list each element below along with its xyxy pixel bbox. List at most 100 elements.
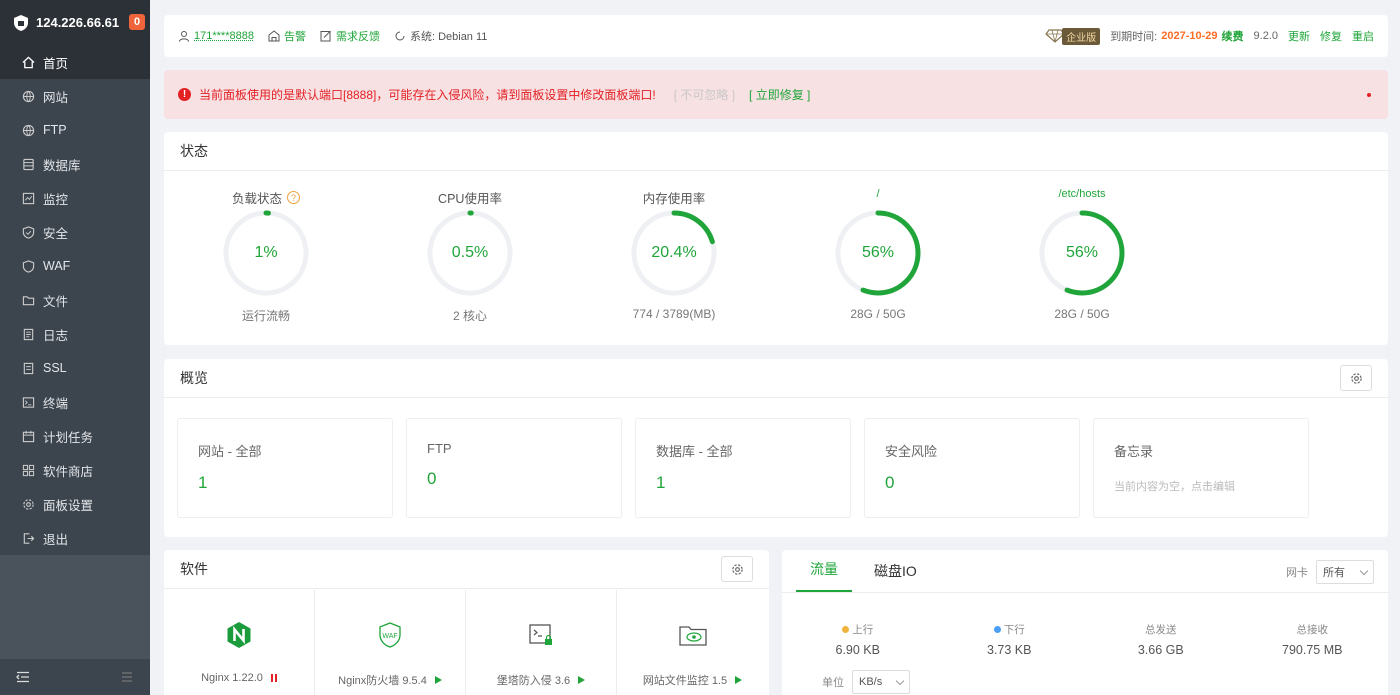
monitor-icon bbox=[21, 191, 35, 205]
sidebar-item-website[interactable]: 网站 bbox=[0, 79, 150, 113]
overview-panel: 概览 网站 - 全部 1 FTP 0 数据库 - 全部 1 安全风险 0 备忘录… bbox=[164, 359, 1388, 537]
card-title: 安全风险 bbox=[885, 444, 938, 459]
home-icon bbox=[21, 55, 35, 69]
gauge-disk-root[interactable]: / 56% 28G / 50G bbox=[776, 172, 980, 342]
card-value[interactable]: 1 bbox=[198, 473, 372, 493]
overview-card-databases[interactable]: 数据库 - 全部 1 bbox=[635, 418, 851, 518]
sidebar-item-settings[interactable]: 面板设置 bbox=[0, 487, 150, 521]
shield-icon bbox=[21, 225, 35, 239]
renew-link[interactable]: 续费 bbox=[1222, 28, 1244, 44]
sidebar-item-database[interactable]: 数据库 bbox=[0, 147, 150, 181]
sidebar-item-label: WAF bbox=[43, 259, 71, 273]
server-ip: 124.226.66.61 bbox=[36, 15, 120, 30]
gauge-disk-hosts[interactable]: /etc/hosts 56% 28G / 50G bbox=[980, 172, 1184, 342]
sidebar-item-store[interactable]: 软件商店 bbox=[0, 453, 150, 487]
overview-card-ftp[interactable]: FTP 0 bbox=[406, 418, 622, 518]
play-icon[interactable] bbox=[735, 676, 743, 684]
collapse-menu-icon[interactable] bbox=[16, 670, 30, 684]
gauge-title-text: 负载状态 bbox=[231, 192, 282, 206]
repair-link[interactable]: 修复 bbox=[1320, 28, 1342, 44]
user-account[interactable]: 171****8888 bbox=[178, 30, 254, 42]
sidebar-item-monitor[interactable]: 监控 bbox=[0, 181, 150, 215]
sidebar-item-security[interactable]: 安全 bbox=[0, 215, 150, 249]
gauge-cpu[interactable]: CPU使用率 0.5% 2 核心 bbox=[368, 172, 572, 342]
user-phone[interactable]: 171****8888 bbox=[194, 30, 254, 42]
sidebar-item-label: 软件商店 bbox=[43, 464, 94, 479]
sidebar-item-ssl[interactable]: SSL bbox=[0, 351, 150, 385]
sidebar-item-label: 终端 bbox=[43, 396, 69, 411]
gauge-title: 内存使用率 bbox=[642, 192, 706, 206]
overview-settings-button[interactable] bbox=[1340, 365, 1372, 391]
sidebar-item-home[interactable]: 首页 bbox=[0, 45, 150, 79]
sidebar-item-logout[interactable]: 退出 bbox=[0, 521, 150, 555]
gauge-sub: 774 / 3789(MB) bbox=[632, 307, 716, 321]
gauge-value: 0.5% bbox=[451, 244, 489, 261]
play-icon[interactable] bbox=[578, 676, 586, 684]
sidebar-item-label: SSL bbox=[43, 361, 67, 375]
card-value[interactable]: 0 bbox=[427, 469, 601, 489]
logout-icon bbox=[21, 531, 35, 545]
sidebar-menu: 首页 网站 FTP 数据库 监控 安全 WAF 文件 日志 SSL 终端 计划任… bbox=[0, 45, 150, 555]
feedback-link[interactable]: 需求反馈 bbox=[320, 28, 380, 44]
software-item-nginx-waf[interactable]: WAF Nginx防火墙 9.5.4 bbox=[315, 590, 466, 695]
software-item-nginx[interactable]: Nginx 1.22.0 bbox=[164, 590, 315, 695]
card-value[interactable]: 1 bbox=[656, 473, 830, 493]
sidebar-footer bbox=[0, 659, 150, 695]
alarm-label: 告警 bbox=[283, 31, 306, 43]
software-item-file-monitor[interactable]: 网站文件监控 1.5 bbox=[617, 590, 768, 695]
update-link[interactable]: 更新 bbox=[1288, 28, 1310, 44]
software-settings-button[interactable] bbox=[721, 556, 753, 582]
sidebar-item-cron[interactable]: 计划任务 bbox=[0, 419, 150, 453]
feedback-label: 需求反馈 bbox=[335, 31, 380, 43]
unit-label: 单位 bbox=[822, 677, 844, 689]
software-grid: Nginx 1.22.0 WAF Nginx防火墙 9.5.4 堡塔防入侵 3.… bbox=[164, 590, 769, 695]
sidebar-item-ftp[interactable]: FTP bbox=[0, 113, 150, 147]
sidebar-item-label: 文件 bbox=[43, 294, 69, 309]
calendar-icon bbox=[21, 429, 35, 443]
alert-dot bbox=[1367, 93, 1371, 97]
card-value[interactable]: 0 bbox=[885, 473, 1059, 493]
overview-card-security-risk[interactable]: 安全风险 0 bbox=[864, 418, 1080, 518]
tab-traffic[interactable]: 流量 bbox=[796, 559, 852, 592]
sidebar-item-waf[interactable]: WAF bbox=[0, 249, 150, 283]
message-count-badge[interactable]: 0 bbox=[129, 14, 145, 30]
menu-icon[interactable] bbox=[120, 670, 134, 684]
gauge-memory[interactable]: 内存使用率 20.4% 774 / 3789(MB) bbox=[572, 172, 776, 342]
gauge-title: / bbox=[876, 188, 880, 200]
error-icon: ! bbox=[178, 88, 191, 101]
help-icon[interactable]: ? bbox=[287, 191, 300, 204]
sidebar-item-logs[interactable]: 日志 bbox=[0, 317, 150, 351]
status-panel: 状态 负载状态? 1% 运行流畅 CPU使用率 0.5% 2 核心 内存使用率 … bbox=[164, 132, 1388, 345]
software-item-intrusion[interactable]: 堡塔防入侵 3.6 bbox=[466, 590, 617, 695]
overview-card-memo[interactable]: 备忘录 当前内容为空，点击编辑 bbox=[1093, 418, 1309, 518]
traffic-stats: 上行 6.90 KB 下行 3.73 KB 总发送 3.66 GB 总接收 79… bbox=[782, 622, 1388, 657]
sidebar: 124.226.66.61 0 首页 网站 FTP 数据库 监控 安全 WAF … bbox=[0, 0, 150, 695]
sidebar-item-label: 退出 bbox=[43, 532, 69, 547]
restart-link[interactable]: 重启 bbox=[1352, 28, 1374, 44]
software-name: Nginx 1.22.0 bbox=[164, 672, 314, 684]
overview-card-websites[interactable]: 网站 - 全部 1 bbox=[177, 418, 393, 518]
alarm-link[interactable]: 告警 bbox=[268, 28, 306, 44]
sidebar-item-label: 首页 bbox=[43, 56, 69, 71]
chevron-down-icon bbox=[895, 676, 905, 685]
alert-message: 当前面板使用的是默认端口[8888]，可能存在入侵风险，请到面板设置中修改面板端… bbox=[199, 88, 656, 102]
sidebar-item-label: 网站 bbox=[43, 90, 69, 105]
gauge-load[interactable]: 负载状态? 1% 运行流畅 bbox=[164, 172, 368, 342]
waf-shield-icon bbox=[21, 259, 35, 273]
apps-icon bbox=[21, 463, 35, 477]
stopped-icon[interactable] bbox=[270, 674, 277, 682]
database-icon bbox=[21, 157, 35, 171]
unit-select[interactable]: KB/s bbox=[852, 670, 910, 694]
sidebar-item-terminal[interactable]: 终端 bbox=[0, 385, 150, 419]
tab-disk-io[interactable]: 磁盘IO bbox=[860, 561, 931, 592]
gauge-title: CPU使用率 bbox=[438, 192, 502, 206]
nic-select[interactable]: 所有 bbox=[1316, 560, 1374, 584]
stat-value: 3.73 KB bbox=[987, 643, 1032, 657]
fix-now-link[interactable]: [ 立即修复 ] bbox=[749, 86, 810, 103]
sidebar-item-files[interactable]: 文件 bbox=[0, 283, 150, 317]
download-dot-icon bbox=[993, 626, 1001, 633]
play-icon[interactable] bbox=[434, 676, 442, 684]
nginx-icon bbox=[227, 622, 251, 648]
memo-text[interactable]: 当前内容为空，点击编辑 bbox=[1114, 478, 1288, 494]
software-name-text: Nginx防火墙 9.5.4 bbox=[338, 675, 427, 687]
